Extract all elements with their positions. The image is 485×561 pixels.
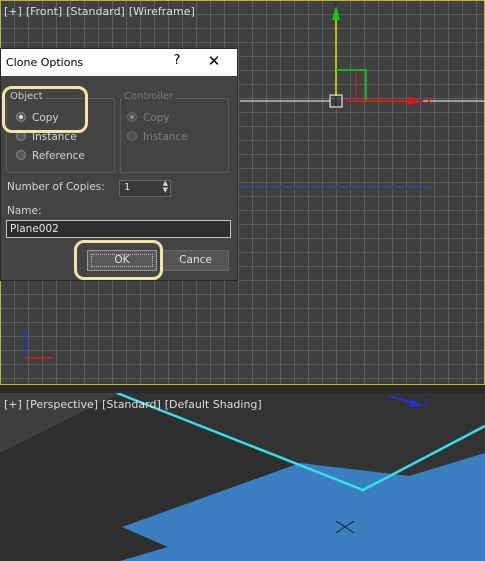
clone-options-dialog: Clone Options ? ✕ Object Copy Instance R… — [0, 48, 238, 281]
name-label: Name: — [7, 205, 42, 217]
object-copy-label: Copy — [32, 112, 59, 124]
controller-copy-radio[interactable]: Copy — [127, 112, 170, 124]
viewport-plus-menu[interactable]: [+] — [4, 398, 22, 411]
perspective-scene-svg — [0, 393, 485, 561]
object-reference-label: Reference — [32, 150, 85, 162]
cancel-button[interactable]: Cance — [162, 250, 229, 271]
copies-value[interactable]: 1 — [124, 182, 130, 193]
close-button[interactable]: ✕ — [206, 52, 222, 70]
viewport-standard-menu[interactable]: [Standard] — [102, 398, 161, 411]
help-button[interactable]: ? — [170, 53, 184, 69]
viewport-separator[interactable] — [0, 385, 485, 393]
radio-dot[interactable] — [127, 131, 137, 141]
object-copy-radio[interactable]: Copy — [16, 112, 59, 124]
dialog-titlebar[interactable]: Clone Options ? ✕ — [1, 49, 237, 76]
radio-dot[interactable] — [16, 150, 26, 160]
z-axis-label: z — [423, 397, 429, 408]
controller-instance-radio[interactable]: Instance — [127, 131, 188, 143]
perspective-viewport[interactable]: z [+] [Perspective] [Standard] [Default Sha… — [0, 393, 485, 561]
viewport-view-menu[interactable]: [Perspective] — [26, 398, 98, 411]
name-input[interactable] — [6, 220, 231, 238]
controller-copy-label: Copy — [143, 112, 170, 124]
ok-button[interactable]: OK — [87, 250, 157, 271]
spinner-arrows-icon[interactable]: ▲ ▼ — [163, 180, 168, 194]
perspective-viewport-label[interactable]: [+] [Perspective] [Standard] [Default Shadi… — [4, 398, 266, 411]
copies-spinner[interactable]: 1 ▲ ▼ — [119, 180, 171, 197]
copies-label: Number of Copies: — [7, 181, 105, 193]
radio-dot[interactable] — [16, 131, 26, 141]
object-instance-label: Instance — [32, 131, 77, 143]
controller-instance-label: Instance — [143, 131, 188, 143]
controller-group-title: Controller — [122, 91, 176, 102]
dialog-title: Clone Options — [6, 56, 84, 69]
object-reference-radio[interactable]: Reference — [16, 150, 85, 162]
cancel-label: Cance — [179, 254, 212, 266]
gizmo-y-arrow — [332, 6, 340, 20]
gizmo-xy-plane-handle — [336, 69, 367, 101]
viewport-shading-menu[interactable]: [Default Shading] — [165, 398, 262, 411]
object-instance-radio[interactable]: Instance — [16, 131, 77, 143]
radio-dot[interactable] — [127, 112, 137, 122]
gizmo-x-arrow — [408, 97, 424, 105]
focus-rect — [91, 254, 153, 267]
object-group-title: Object — [8, 91, 45, 102]
radio-dot[interactable] — [16, 112, 26, 122]
